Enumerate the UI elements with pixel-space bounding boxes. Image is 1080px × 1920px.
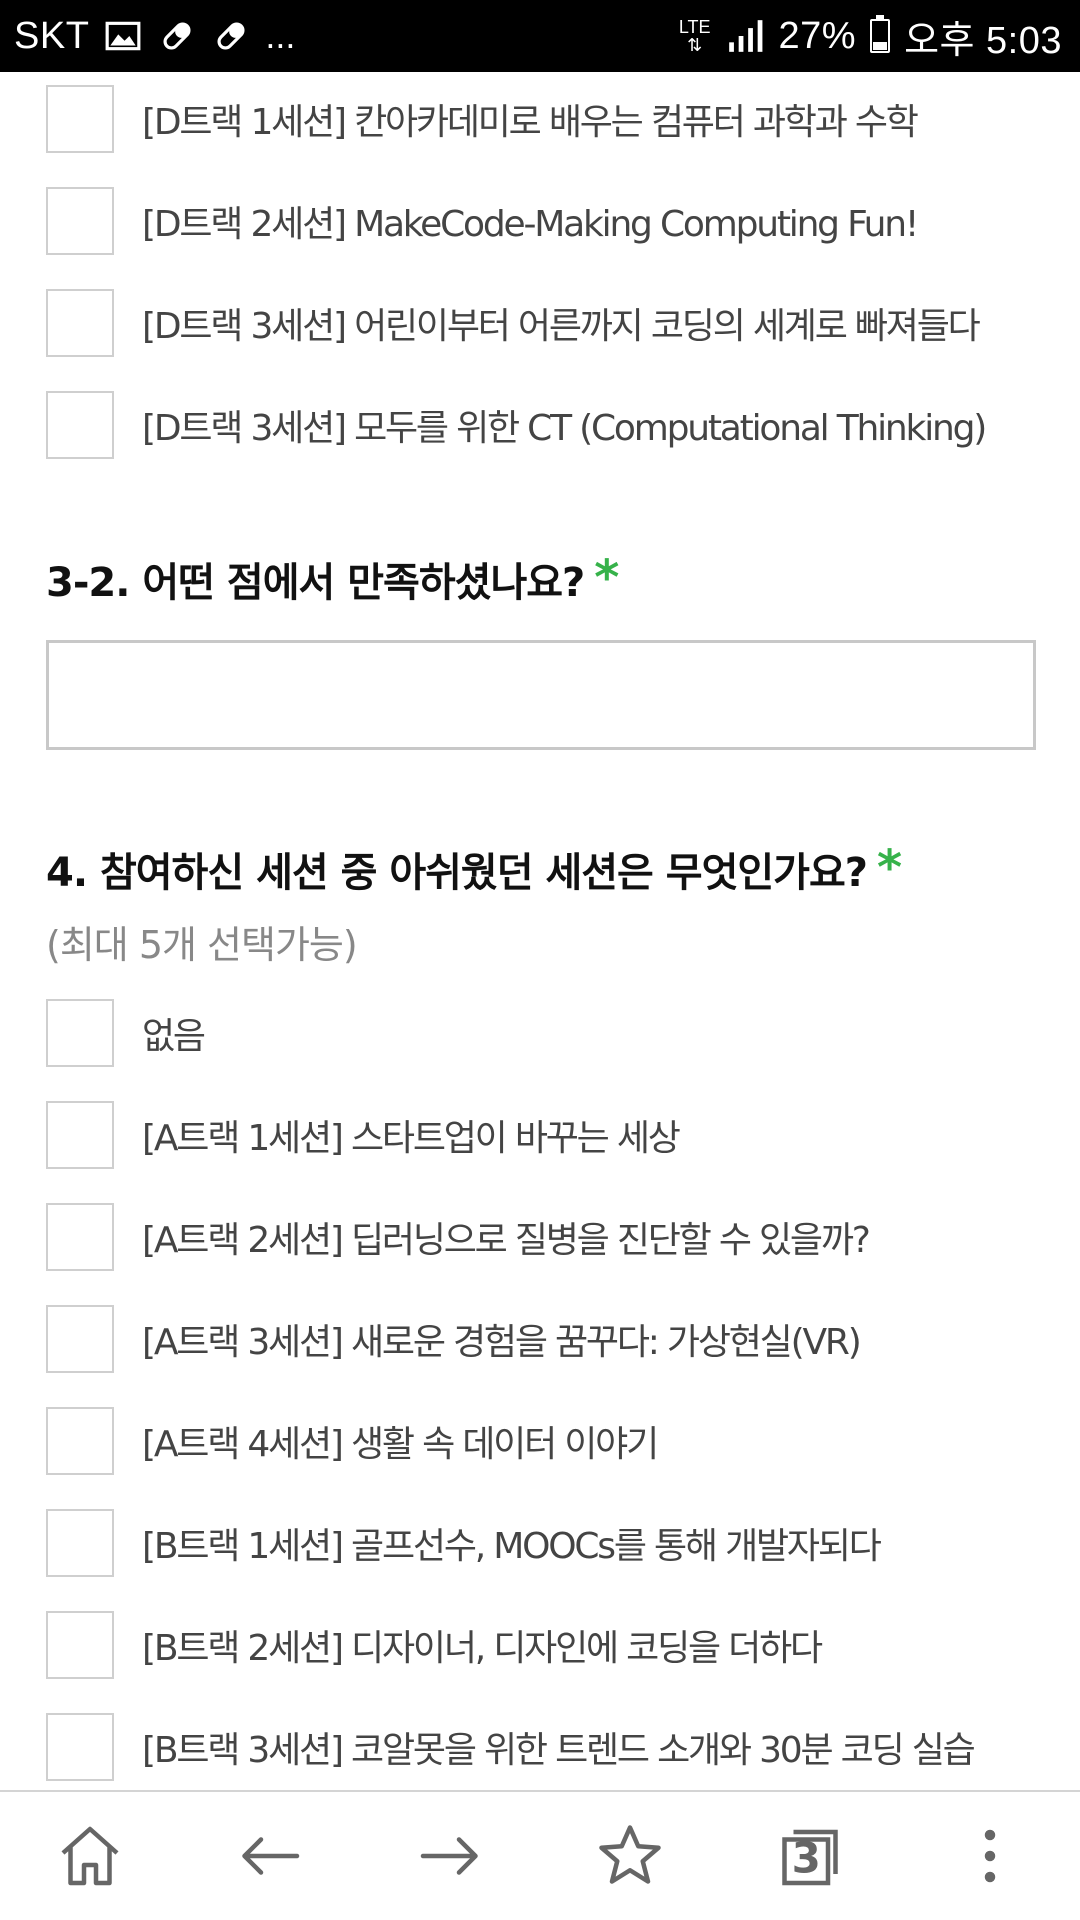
lte-indicator: LTE ⇅ <box>678 17 711 55</box>
signal-icon <box>725 16 765 56</box>
clock: 오후 5:03 <box>904 19 1062 62</box>
checkbox[interactable] <box>46 1305 114 1373</box>
form-content: [D트랙 1세션] 칸아카데미로 배우는 컴퓨터 과학과 수학 [D트랙 2세션… <box>0 72 1080 1790</box>
checkbox[interactable] <box>46 391 114 459</box>
checkbox-option[interactable]: [A트랙 1세션] 스타트업이 바꾸는 세상 <box>46 1100 1046 1170</box>
option-label: [A트랙 3세션] 새로운 경험을 꿈꾸다: 가상현실(VR) <box>142 1322 862 1363</box>
checkbox[interactable] <box>46 1611 114 1679</box>
option-label: [D트랙 3세션] 어린이부터 어른까지 코딩의 세계로 빠져들다 <box>142 306 981 347</box>
option-label: [B트랙 3세션] 코알못을 위한 트렌드 소개와 30분 코딩 실습 <box>142 1730 976 1771</box>
checkbox[interactable] <box>46 1713 114 1781</box>
pill-icon <box>157 16 197 56</box>
question-label: 4. 참여하신 세션 중 아쉬웠던 세션은 무엇인가요? <box>46 850 868 896</box>
tabs-icon[interactable]: 3 <box>760 1806 860 1906</box>
tab-count: 3 <box>792 1834 821 1883</box>
option-label: [D트랙 2세션] MakeCode-Making Computing Fun! <box>142 204 919 245</box>
option-label: [B트랙 1세션] 골프선수, MOOCs를 통해 개발자되다 <box>142 1526 882 1567</box>
checkbox-option[interactable]: [B트랙 3세션] 코알못을 위한 트렌드 소개와 30분 코딩 실습 <box>46 1712 1046 1782</box>
required-mark: * <box>594 550 619 606</box>
checkbox-option[interactable]: [B트랙 2세션] 디자이너, 디자인에 코딩을 더하다 <box>46 1610 1046 1680</box>
checkbox-option[interactable]: [A트랙 3세션] 새로운 경험을 꿈꾸다: 가상현실(VR) <box>46 1304 1046 1374</box>
option-label: [D트랙 3세션] 모두를 위한 CT (Computational Think… <box>142 408 987 449</box>
browser-bottom-nav: 3 <box>0 1790 1080 1920</box>
question-3-2-title: 3-2. 어떤 점에서 만족하셨나요? * <box>46 550 619 608</box>
checkbox[interactable] <box>46 1203 114 1271</box>
battery-percent: 27% <box>778 14 857 57</box>
battery-icon <box>870 15 891 53</box>
checkbox[interactable] <box>46 289 114 357</box>
checkbox[interactable] <box>46 1407 114 1475</box>
image-icon <box>103 16 143 56</box>
checkbox[interactable] <box>46 1101 114 1169</box>
question-label: 3-2. 어떤 점에서 만족하셨나요? <box>46 560 585 606</box>
option-label: [A트랙 2세션] 딥러닝으로 질병을 진단할 수 있을까? <box>142 1220 871 1261</box>
question-4-hint: (최대 5개 선택가능) <box>46 923 358 967</box>
option-label: [D트랙 1세션] 칸아카데미로 배우는 컴퓨터 과학과 수학 <box>142 102 919 143</box>
bookmark-star-icon[interactable] <box>580 1806 680 1906</box>
option-label: [A트랙 4세션] 생활 속 데이터 이야기 <box>142 1424 659 1465</box>
pill-icon <box>211 16 251 56</box>
checkbox-option[interactable]: [B트랙 1세션] 골프선수, MOOCs를 통해 개발자되다 <box>46 1508 1046 1578</box>
checkbox[interactable] <box>46 187 114 255</box>
home-icon[interactable] <box>40 1806 140 1906</box>
forward-arrow-icon[interactable] <box>400 1806 500 1906</box>
checkbox-option[interactable]: [D트랙 3세션] 어린이부터 어른까지 코딩의 세계로 빠져들다 <box>46 288 1046 358</box>
carrier-label: SKT <box>14 14 90 57</box>
more-notifications: ... <box>265 15 296 56</box>
option-label: [B트랙 2세션] 디자이너, 디자인에 코딩을 더하다 <box>142 1628 823 1669</box>
checkbox-option[interactable]: [A트랙 4세션] 생활 속 데이터 이야기 <box>46 1406 1046 1476</box>
checkbox-option[interactable]: [D트랙 1세션] 칸아카데미로 배우는 컴퓨터 과학과 수학 <box>46 84 1046 154</box>
option-label: 없음 <box>142 1016 206 1057</box>
required-mark: * <box>877 840 902 896</box>
status-bar: SKT ... LTE ⇅ 27% 오후 5:03 <box>0 0 1080 72</box>
checkbox[interactable] <box>46 1509 114 1577</box>
checkbox[interactable] <box>46 999 114 1067</box>
question-4-title: 4. 참여하신 세션 중 아쉬웠던 세션은 무엇인가요? * <box>46 840 902 898</box>
back-arrow-icon[interactable] <box>220 1806 320 1906</box>
checkbox-option[interactable]: [D트랙 3세션] 모두를 위한 CT (Computational Think… <box>46 390 1046 460</box>
more-vert-icon[interactable] <box>940 1806 1040 1906</box>
checkbox[interactable] <box>46 85 114 153</box>
checkbox-option[interactable]: [A트랙 2세션] 딥러닝으로 질병을 진단할 수 있을까? <box>46 1202 1046 1272</box>
option-label: [A트랙 1세션] 스타트업이 바꾸는 세상 <box>142 1118 681 1159</box>
q3-2-answer-input[interactable] <box>46 640 1036 750</box>
checkbox-option[interactable]: [D트랙 2세션] MakeCode-Making Computing Fun! <box>46 186 1046 256</box>
checkbox-option[interactable]: 없음 <box>46 998 1046 1068</box>
